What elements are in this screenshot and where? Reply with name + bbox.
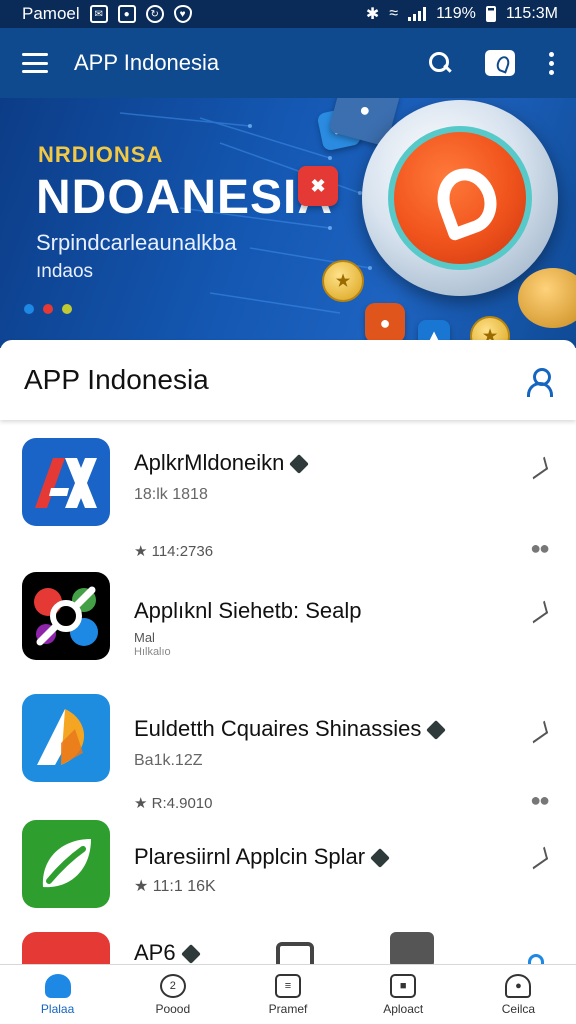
verified-badge-icon bbox=[180, 944, 201, 964]
app-title: APP Indonesia bbox=[74, 50, 220, 75]
refresh-icon bbox=[528, 954, 544, 964]
magnifier-lens bbox=[388, 126, 532, 270]
nav-label: Pramef bbox=[268, 1001, 308, 1016]
home-icon bbox=[44, 973, 71, 998]
carousel-dot[interactable] bbox=[43, 304, 53, 314]
status-right: ✱ ≈ 119% 115:3M bbox=[366, 4, 558, 24]
profile-icon: ● bbox=[505, 973, 532, 998]
bluetooth-icon: ✱ bbox=[365, 6, 380, 23]
banner-subtitle: Srpindcarleaunalkba bbox=[36, 230, 237, 255]
install-arrow-icon[interactable] bbox=[529, 846, 549, 870]
app-name: Applıknl Siehetb: Sealp bbox=[134, 598, 362, 623]
app-meta-2: Hılkalıo bbox=[134, 646, 171, 658]
menu-icon[interactable] bbox=[22, 53, 48, 73]
tag-icon: ✖ bbox=[298, 166, 338, 206]
status-time: 115:3M bbox=[505, 5, 558, 22]
app-name: AP6 bbox=[134, 940, 201, 964]
triangle-logo-icon bbox=[37, 709, 85, 765]
app-name: Euldetth Cquaires Shinassies bbox=[134, 716, 447, 742]
list-item[interactable]: AplkrMldoneikn 18:lk 1818 ★ 114:2736 ●● bbox=[0, 422, 576, 560]
carousel-dot[interactable] bbox=[62, 304, 72, 314]
clock-icon: ● bbox=[117, 5, 136, 23]
list-item[interactable]: Euldetth Cquaires Shinassies Ba1k.12Z ★ … bbox=[0, 694, 576, 822]
battery-icon bbox=[485, 6, 496, 22]
status-bar: Pamoel ✉ ● ↻ ♥ ✱ ≈ 119% 115:3M bbox=[0, 0, 576, 28]
message-icon: ✉ bbox=[89, 5, 108, 23]
nav-item-list[interactable]: ≡ Pramef bbox=[230, 965, 345, 1024]
carousel-dots[interactable] bbox=[24, 304, 72, 314]
install-arrow-icon[interactable] bbox=[529, 600, 549, 624]
banner-title: NDOANESIA bbox=[36, 171, 334, 224]
nav-label: Aploact bbox=[383, 1001, 424, 1016]
status-left: Pamoel ✉ ● ↻ ♥ bbox=[22, 4, 192, 24]
more-dots-icon[interactable]: ●● bbox=[530, 790, 550, 811]
list-item[interactable]: Applıknl Siehetb: Sealp Mal Hılkalıo bbox=[0, 570, 576, 698]
verified-badge-icon bbox=[370, 848, 391, 869]
more-options-icon[interactable] bbox=[549, 51, 554, 75]
app-logo-icon bbox=[22, 932, 110, 964]
list-item[interactable]: Plaresiirnl Applcin Splar ★ 11:1 16K bbox=[0, 818, 576, 946]
app-bar-actions bbox=[429, 50, 554, 76]
list-item[interactable]: AP6 bbox=[0, 932, 576, 964]
link-logo-icon bbox=[34, 586, 98, 646]
wifi-icon: ≈ bbox=[389, 5, 399, 22]
section-header: APP Indonesia bbox=[0, 340, 576, 420]
carrier-label: Pamoel bbox=[22, 4, 80, 23]
app-logo-icon bbox=[22, 820, 110, 908]
app-name: Plaresiirnl Applcin Splar bbox=[134, 844, 391, 870]
magnifier-icon bbox=[362, 100, 558, 296]
app-logo-icon bbox=[22, 572, 110, 660]
nav-label: Ceilca bbox=[501, 1001, 536, 1016]
brand-glyph-icon bbox=[428, 160, 506, 242]
nav-label: Poood bbox=[155, 1001, 191, 1016]
ax-logo-icon bbox=[35, 458, 97, 508]
verified-badge-icon bbox=[426, 720, 447, 741]
app-meta: Mal bbox=[134, 630, 155, 645]
battery-percent: 119% bbox=[436, 5, 476, 22]
thumb-icon: ● bbox=[365, 303, 405, 343]
section-title: APP Indonesia bbox=[24, 364, 209, 395]
app-meta: Ba1k.12Z bbox=[134, 752, 203, 769]
carousel-dot[interactable] bbox=[24, 304, 34, 314]
bottom-nav: Plalaa 2 Poood ≡ Pramef ■ Aploact ● Ceil… bbox=[0, 964, 576, 1024]
shield-icon: ♥ bbox=[173, 5, 192, 23]
nav-item-chat[interactable]: 2 Poood bbox=[115, 965, 230, 1024]
banner-subtitle-2: ındaos bbox=[36, 261, 94, 282]
search-icon[interactable] bbox=[429, 52, 451, 74]
app-rating: ★ 11:1 16K bbox=[134, 878, 216, 895]
sync-icon: ↻ bbox=[145, 5, 164, 23]
chat-icon[interactable] bbox=[485, 50, 515, 76]
folder-icon: ■ bbox=[390, 973, 417, 998]
leaf-logo-icon bbox=[42, 839, 91, 888]
chat-icon: 2 bbox=[159, 973, 186, 998]
install-arrow-icon[interactable] bbox=[529, 720, 549, 744]
verified-badge-icon bbox=[289, 454, 310, 475]
more-dots-icon[interactable]: ●● bbox=[530, 538, 550, 559]
list-icon: ≡ bbox=[275, 973, 301, 998]
app-rating: ★ 114:2736 bbox=[134, 543, 214, 560]
app-logo-icon bbox=[22, 438, 110, 526]
nav-label: Plalaa bbox=[40, 1001, 75, 1016]
signal-icon bbox=[408, 7, 427, 21]
coin-icon: ★ bbox=[322, 260, 364, 302]
banner-kicker: NRDIONSA bbox=[38, 142, 164, 167]
nav-item-profile[interactable]: ● Ceilca bbox=[461, 965, 576, 1024]
user-icon[interactable] bbox=[526, 367, 553, 397]
nav-item-home[interactable]: Plalaa bbox=[0, 965, 115, 1024]
nav-item-folder[interactable]: ■ Aploact bbox=[346, 965, 461, 1024]
app-meta: 18:lk 1818 bbox=[134, 486, 208, 503]
app-list: AplkrMldoneikn 18:lk 1818 ★ 114:2736 ●● … bbox=[0, 422, 576, 964]
promo-banner[interactable]: NRDIONSA NDOANESIA Srpindcarleaunalkba ı… bbox=[0, 98, 576, 348]
install-arrow-icon[interactable] bbox=[529, 456, 549, 480]
phone-icon bbox=[276, 942, 314, 964]
app-bar: APP Indonesia bbox=[0, 28, 576, 98]
app-name: AplkrMldoneikn bbox=[134, 450, 310, 476]
upload-icon bbox=[390, 932, 434, 964]
app-rating: ★ R:4.9010 bbox=[134, 795, 213, 812]
app-logo-icon bbox=[22, 694, 110, 782]
